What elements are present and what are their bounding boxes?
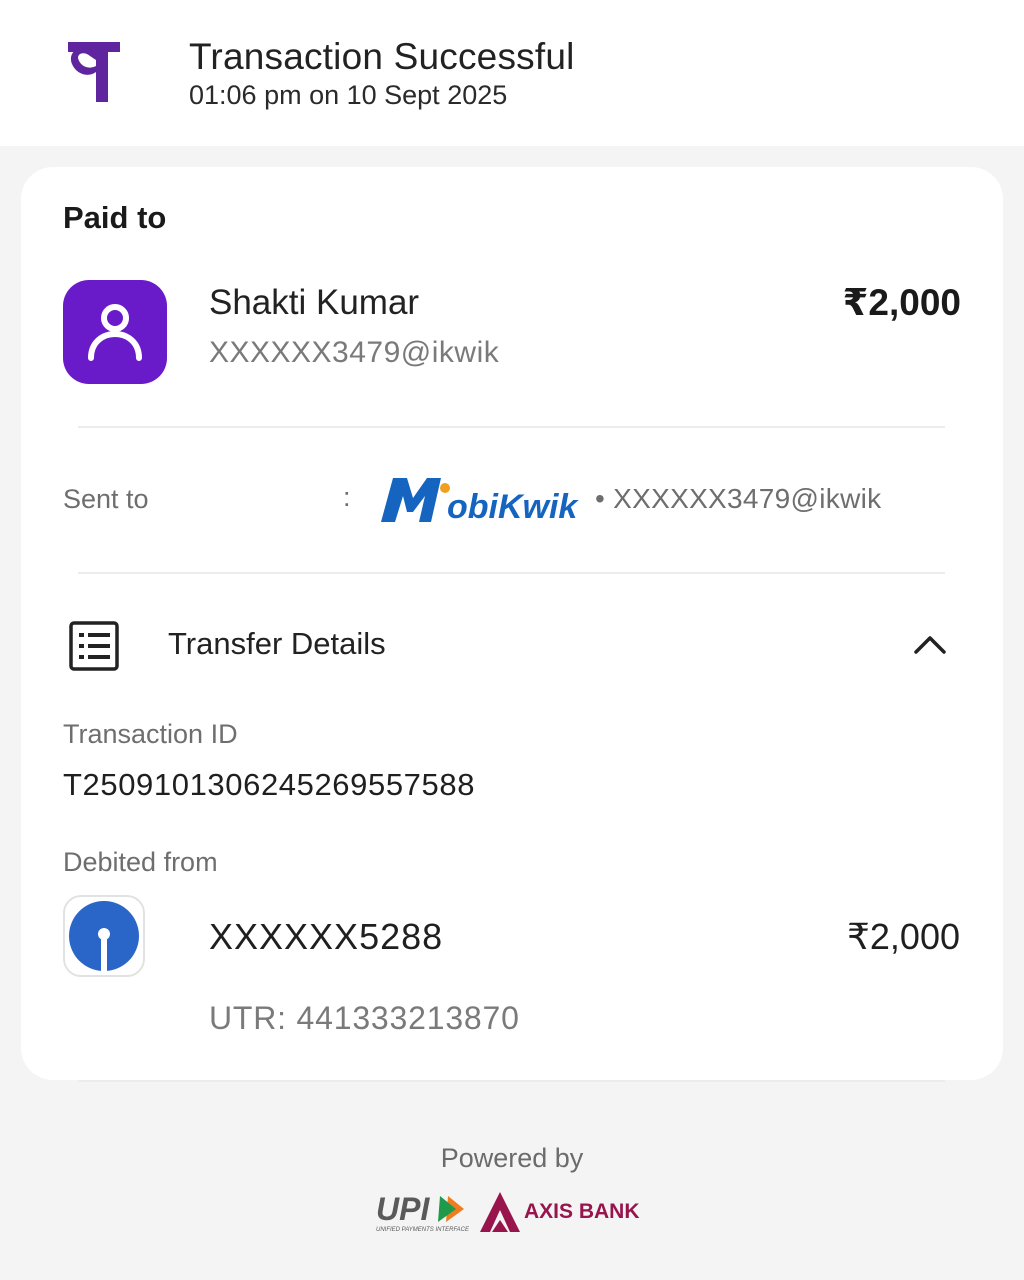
- payee-upi-id: XXXXXX3479@ikwik: [209, 336, 500, 369]
- sbi-logo: [63, 895, 145, 977]
- mobikwik-logo: obiKwik: [381, 478, 579, 526]
- paid-to-heading: Paid to: [63, 200, 167, 235]
- sent-to-label: Sent to: [63, 484, 149, 514]
- divider: [78, 426, 945, 428]
- sent-to-colon: :: [343, 482, 351, 512]
- sbi-logo-icon: [69, 901, 139, 971]
- utr-number: UTR: 441333213870: [209, 1000, 520, 1036]
- page-title: Transaction Successful: [189, 36, 575, 77]
- svg-text:obiKwik: obiKwik: [447, 488, 579, 526]
- svg-text:UNIFIED PAYMENTS INTERFACE: UNIFIED PAYMENTS INTERFACE: [376, 1227, 470, 1233]
- upi-logo: UPI UNIFIED PAYMENTS INTERFACE: [376, 1191, 470, 1233]
- payee-name: Shakti Kumar: [209, 283, 420, 322]
- phonepe-logo-icon: [68, 42, 120, 102]
- top-bar: Transaction Successful 01:06 pm on 10 Se…: [0, 0, 1024, 146]
- debited-from-label: Debited from: [63, 847, 218, 877]
- debited-amount: ₹2,000: [847, 916, 960, 957]
- svg-text:UPI: UPI: [376, 1191, 430, 1227]
- transfer-details-title[interactable]: Transfer Details: [168, 626, 386, 662]
- chevron-up-icon[interactable]: [910, 628, 950, 658]
- receipt-list-icon: [69, 621, 119, 671]
- svg-text:AXIS BANK: AXIS BANK: [524, 1200, 640, 1223]
- paid-amount: ₹2,000: [842, 282, 961, 323]
- payee-avatar: [63, 280, 167, 384]
- transaction-timestamp: 01:06 pm on 10 Sept 2025: [189, 80, 508, 110]
- transaction-id-value: T2509101306245269557588: [63, 767, 476, 802]
- person-icon: [88, 304, 142, 361]
- axis-bank-logo: AXIS BANK: [480, 1192, 640, 1232]
- sent-to-upi-id: • XXXXXX3479@ikwik: [595, 483, 882, 514]
- debit-account-number: XXXXXX5288: [209, 916, 444, 957]
- transaction-id-label: Transaction ID: [63, 719, 238, 749]
- divider: [78, 572, 945, 574]
- divider: [78, 1080, 945, 1082]
- powered-by-label: Powered by: [440, 1143, 584, 1173]
